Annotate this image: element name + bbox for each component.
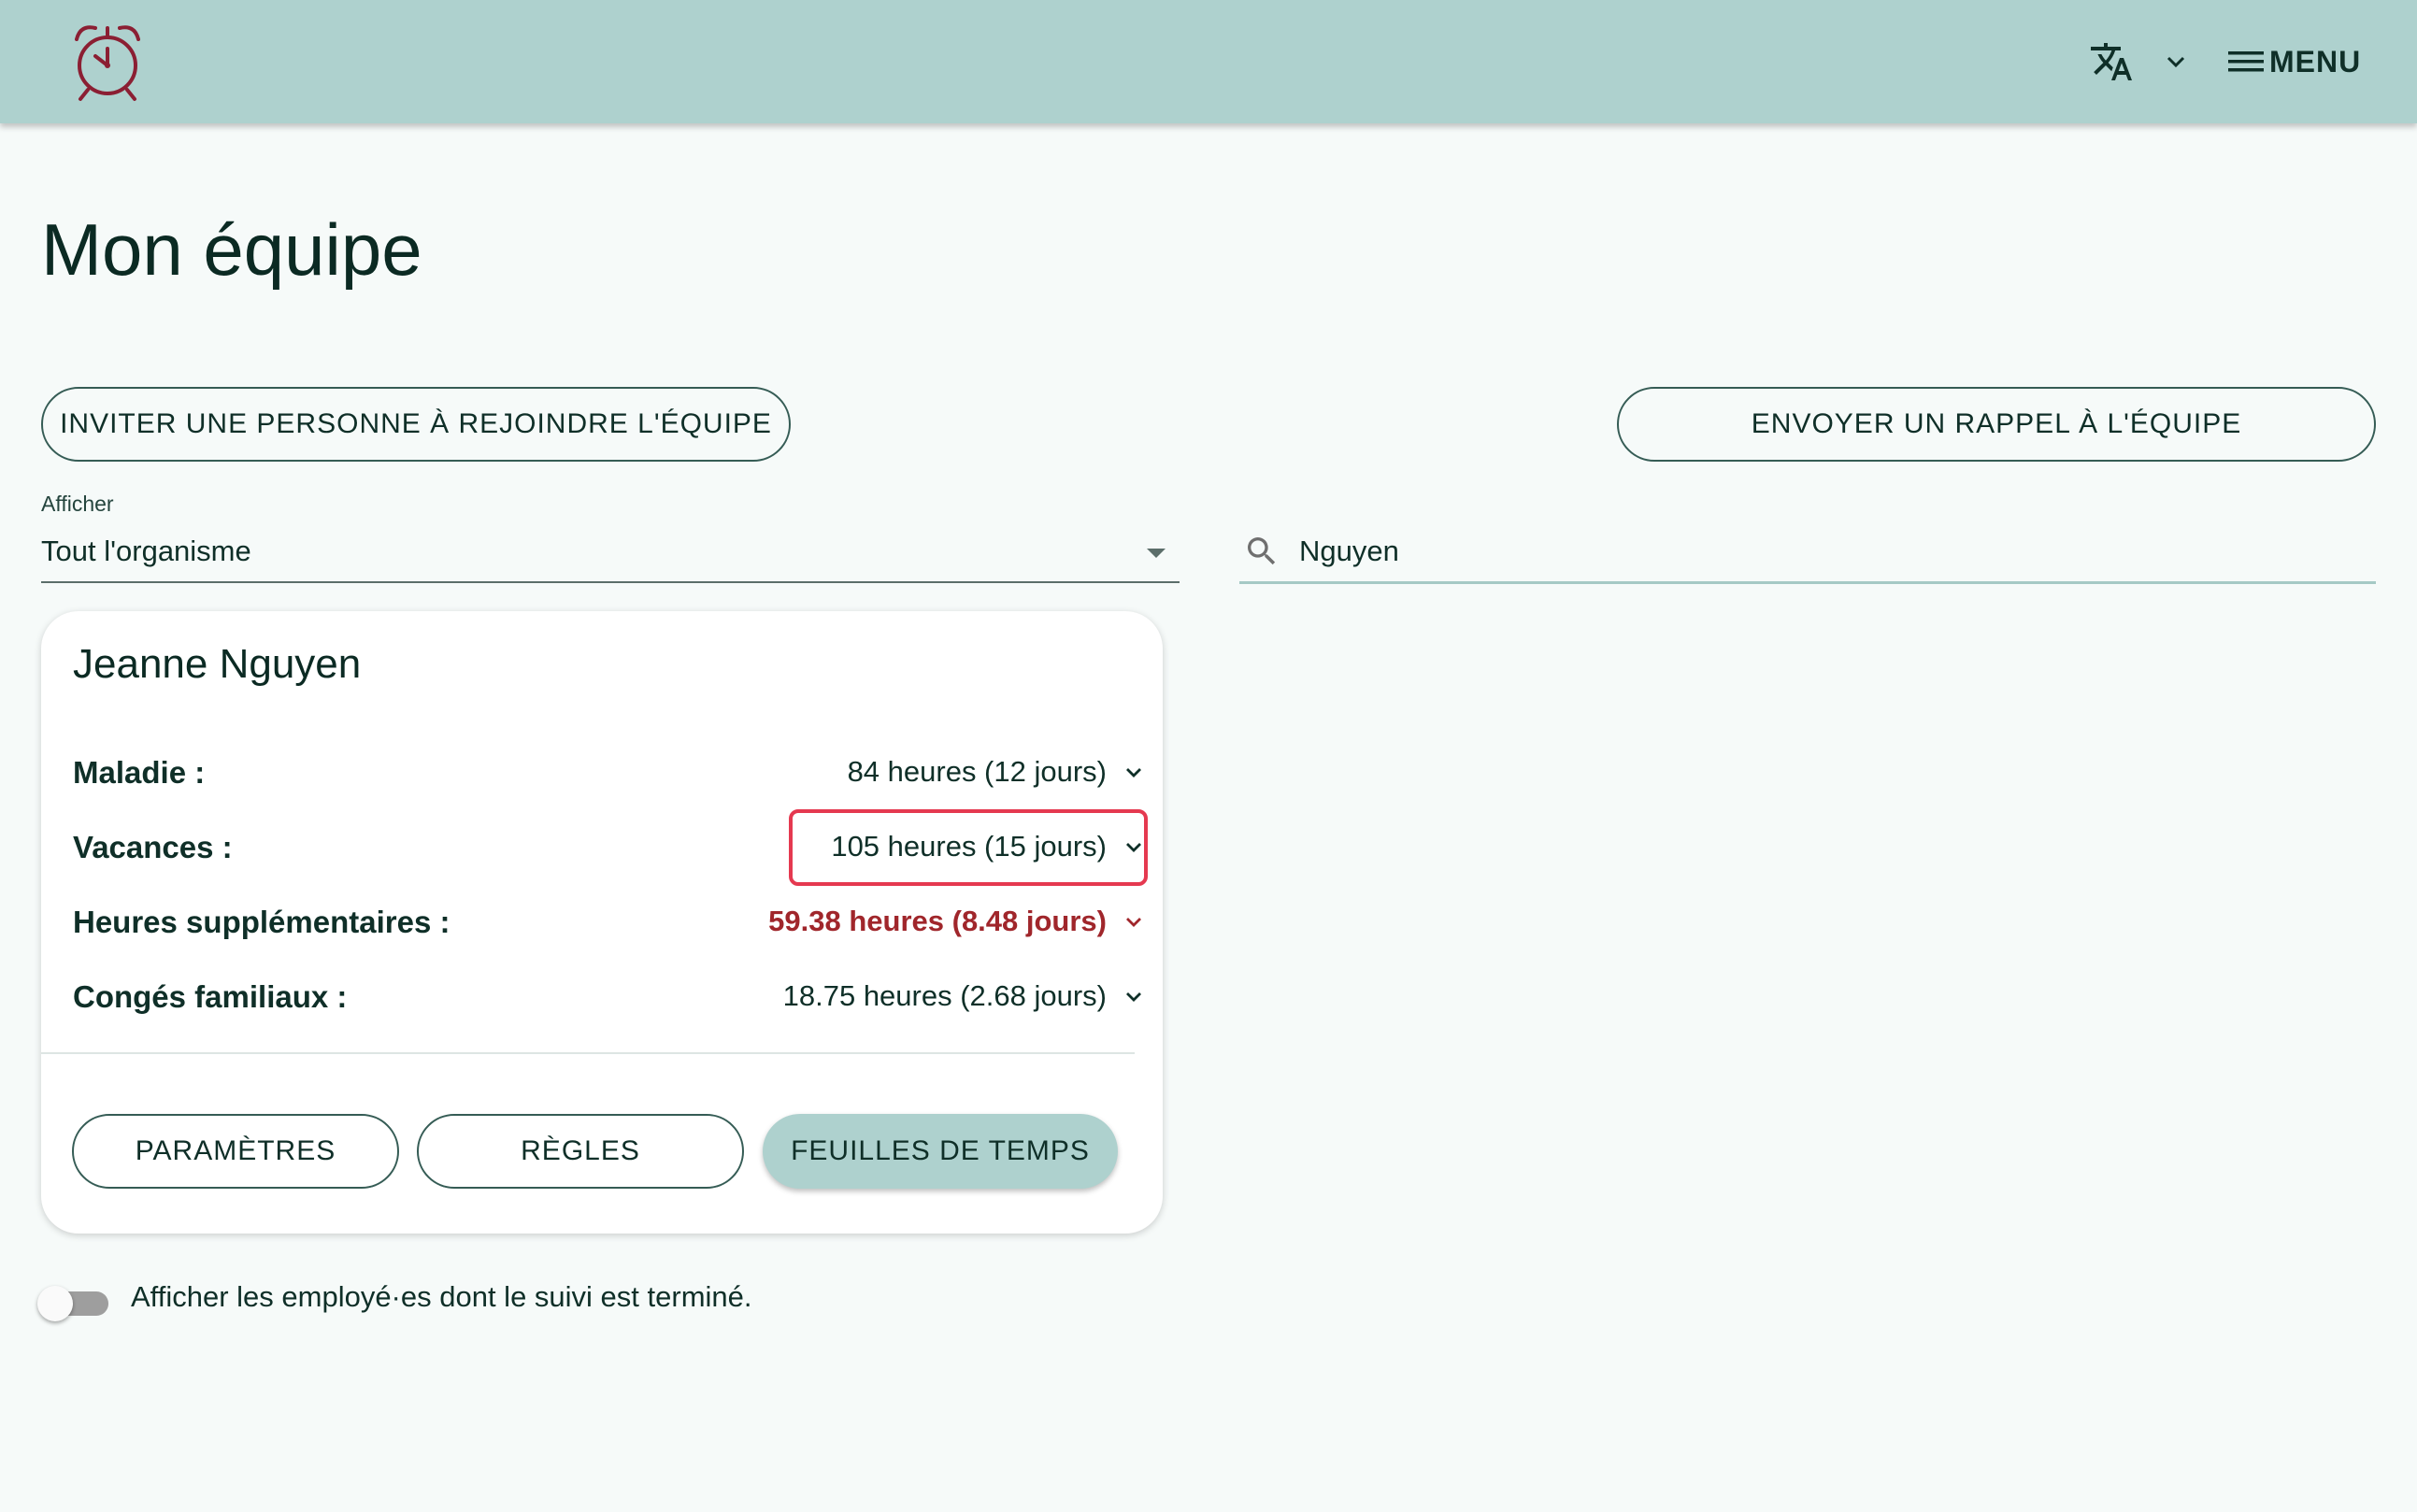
invite-member-button[interactable]: INVITER UNE PERSONNE À REJOINDRE L'ÉQUIP… [41, 387, 791, 462]
chevron-down-icon [1126, 918, 1141, 927]
rules-button[interactable]: RÈGLES [417, 1114, 744, 1189]
balance-value-text: 18.75 heures (2.68 jours) [782, 979, 1107, 1012]
balance-label-overtime: Heures supplémentaires : [73, 905, 451, 939]
page-title: Mon équipe [41, 208, 422, 291]
chevron-down-icon[interactable] [2163, 52, 2189, 71]
employee-name: Jeanne Nguyen [73, 641, 362, 687]
balance-value-sick[interactable]: 84 heures (12 jours) [848, 755, 1144, 789]
search-field[interactable] [1239, 529, 2376, 584]
menu-label: MENU [2269, 44, 2362, 78]
filter-select-value: Tout l'organisme [41, 535, 251, 567]
balance-label-family-leave: Congés familiaux : [73, 979, 348, 1014]
settings-button[interactable]: PARAMÈTRES [72, 1114, 399, 1189]
balance-label-vacation: Vacances : [73, 830, 233, 864]
hamburger-icon [2228, 51, 2264, 72]
send-team-reminder-button[interactable]: ENVOYER UN RAPPEL À L'ÉQUIPE [1617, 387, 2376, 462]
translate-icon[interactable] [2088, 39, 2135, 84]
balance-value-text: 59.38 heures (8.48 jours) [768, 905, 1107, 937]
filter-label: Afficher [41, 492, 114, 516]
balance-row-family-leave: Congés familiaux : 18.75 heures (2.68 jo… [73, 972, 1176, 1028]
search-icon [1248, 537, 1276, 565]
search-input[interactable] [1299, 529, 2327, 574]
show-finished-label: Afficher les employé·es dont le suivi es… [131, 1280, 752, 1313]
top-app-bar: MENU [0, 0, 2417, 123]
alarm-clock-icon[interactable] [67, 19, 148, 105]
timesheets-button[interactable]: FEUILLES DE TEMPS [763, 1114, 1118, 1189]
balance-value-family-leave[interactable]: 18.75 heures (2.68 jours) [783, 979, 1144, 1013]
dropdown-arrow-icon [1147, 549, 1166, 558]
balance-row-sick: Maladie : 84 heures (12 jours) [73, 748, 1176, 804]
balance-value-overtime[interactable]: 59.38 heures (8.48 jours) [768, 905, 1144, 938]
balance-row-overtime: Heures supplémentaires : 59.38 heures (8… [73, 897, 1176, 953]
balance-label-sick: Maladie : [73, 755, 206, 790]
card-divider [41, 1052, 1135, 1054]
balance-value-text: 84 heures (12 jours) [847, 755, 1107, 788]
highlight-box [789, 809, 1148, 886]
chevron-down-icon [1126, 992, 1141, 1002]
menu-button[interactable]: MENU [2226, 37, 2361, 86]
show-finished-toggle[interactable] [37, 1280, 108, 1327]
employee-card: Jeanne Nguyen Maladie : 84 heures (12 jo… [41, 611, 1163, 1234]
chevron-down-icon [1126, 768, 1141, 777]
toggle-thumb [37, 1286, 73, 1321]
filter-select[interactable]: Tout l'organisme [41, 529, 1180, 583]
